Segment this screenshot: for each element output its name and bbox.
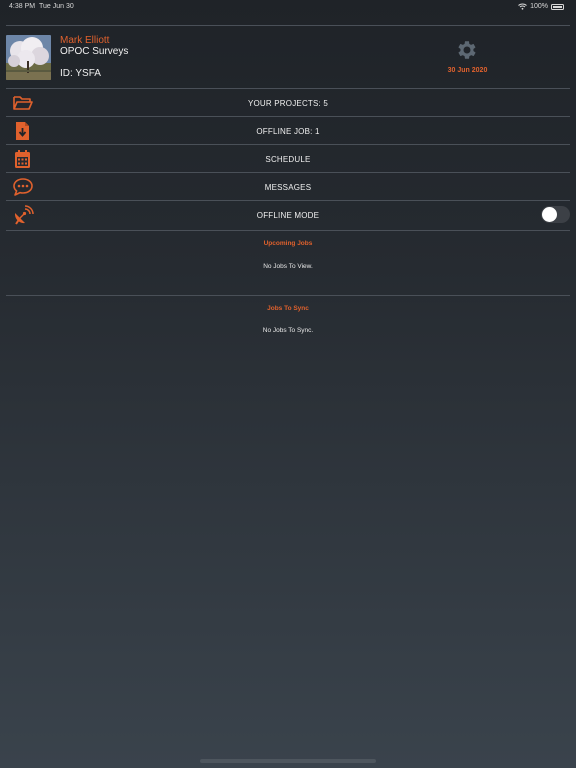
home-indicator[interactable] bbox=[200, 759, 376, 763]
menu-label-offline-job: OFFLINE JOB: 1 bbox=[256, 127, 320, 136]
menu-label-schedule: SCHEDULE bbox=[265, 155, 311, 164]
menu-label-projects: YOUR PROJECTS: 5 bbox=[247, 99, 329, 108]
menu-item-offline-mode: OFFLINE MODE bbox=[0, 201, 576, 229]
profile-header: Mark Elliott OPOC Surveys ID: YSFA 30 Ju… bbox=[0, 26, 576, 88]
menu-item-offline-job[interactable]: OFFLINE JOB: 1 bbox=[0, 117, 576, 145]
status-clock: 4:38 PM bbox=[9, 3, 36, 10]
menu-item-projects[interactable]: YOUR PROJECTS: 5 bbox=[0, 89, 576, 117]
divider bbox=[6, 295, 570, 296]
status-date: Tue Jun 30 bbox=[38, 3, 74, 10]
jobs-to-sync-clip: No Jobs To Sync. bbox=[0, 326, 576, 334]
avatar[interactable] bbox=[6, 35, 51, 80]
divider bbox=[6, 230, 570, 231]
gear-icon[interactable] bbox=[455, 38, 479, 62]
status-time: 4:38 PM Tue Jun 30 bbox=[9, 3, 74, 10]
offline-mode-toggle[interactable] bbox=[541, 206, 570, 223]
upcoming-jobs-empty: No Jobs To View. bbox=[263, 263, 313, 270]
status-indicators: 100% bbox=[518, 3, 564, 10]
jobs-to-sync-empty: No Jobs To Sync. bbox=[262, 327, 314, 334]
menu-label-messages: MESSAGES bbox=[264, 183, 312, 192]
status-bar: 4:38 PM Tue Jun 30 100% bbox=[0, 0, 576, 14]
battery-percent: 100% bbox=[530, 3, 548, 10]
profile-date: 30 Jun 2020 bbox=[447, 67, 488, 74]
toggle-knob bbox=[542, 207, 557, 222]
menu-item-messages[interactable]: MESSAGES bbox=[0, 173, 576, 201]
wifi-icon bbox=[518, 3, 527, 10]
menu-label-offline-mode: OFFLINE MODE bbox=[256, 211, 320, 220]
jobs-to-sync-title: Jobs To Sync bbox=[267, 305, 309, 312]
battery-icon bbox=[551, 3, 564, 10]
company-name: OPOC Surveys bbox=[60, 46, 129, 57]
user-name: Mark Elliott bbox=[60, 35, 110, 46]
user-id: ID: YSFA bbox=[60, 68, 101, 79]
upcoming-jobs-title: Upcoming Jobs bbox=[263, 240, 313, 247]
menu-item-schedule[interactable]: SCHEDULE bbox=[0, 145, 576, 173]
